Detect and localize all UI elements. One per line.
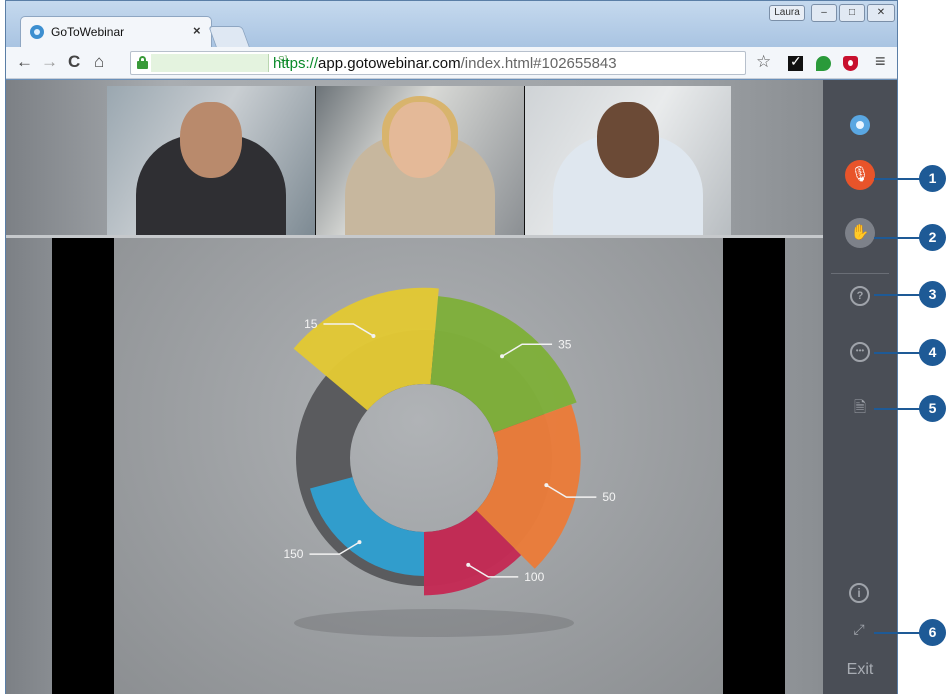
callout-line-6 [874, 632, 920, 634]
callout-4: 4 [919, 339, 946, 366]
checkmark-extension-icon[interactable] [788, 53, 803, 71]
video-feed-3 [525, 86, 731, 235]
sidebar-separator [831, 273, 889, 274]
info-icon[interactable]: i [849, 583, 869, 603]
callout-5: 5 [919, 395, 946, 422]
questions-icon[interactable]: ? [850, 286, 870, 306]
back-arrow-icon[interactable]: ← [16, 52, 33, 72]
profile-badge[interactable]: Laura [769, 5, 805, 21]
browser-tab[interactable]: GoToWebinar × [20, 16, 212, 47]
raise-hand-button[interactable]: ✋ [845, 218, 875, 248]
chart-label-35: 35 [558, 337, 572, 351]
gotowebinar-favicon-icon [30, 25, 44, 39]
control-sidebar: 🎙 ✋ ? ••• 🗎 i ⤢ Exit [823, 80, 897, 694]
lock-icon [137, 56, 148, 69]
video-feed-2 [316, 86, 524, 235]
tab-close-icon[interactable]: × [193, 23, 201, 38]
shared-slide: 15 35 50 100 150 [114, 238, 723, 694]
menu-icon[interactable]: ≡ [875, 51, 886, 72]
maximize-button[interactable]: □ [839, 4, 865, 22]
gotowebinar-logo-icon [850, 115, 870, 135]
letterbox-right [723, 238, 785, 694]
new-tab-button[interactable] [208, 26, 250, 47]
chart-label-100: 100 [524, 570, 544, 584]
chart-label-50: 50 [602, 490, 616, 504]
chart-leader-dot-50 [544, 483, 549, 488]
url-path: /index.html#102655843 [460, 55, 617, 72]
video-feed-1 [107, 86, 315, 235]
callout-line-5 [874, 408, 920, 410]
letterbox-left [52, 238, 114, 694]
page-viewport: 15 35 50 100 150 🎙 ✋ ? ••• 🗎 i ⤢ Exit [6, 80, 897, 694]
callout-3: 3 [919, 281, 946, 308]
donut-chart: 15 35 50 100 150 [283, 287, 616, 637]
forward-arrow-icon[interactable]: → [41, 52, 58, 72]
chat-icon[interactable]: ••• [850, 342, 870, 362]
handouts-icon[interactable]: 🗎 [850, 398, 870, 418]
home-icon[interactable]: ⌂ [94, 52, 104, 72]
browser-toolbar: ← → C ⌂ S] https://app.gotowebinar.com/i… [6, 47, 897, 79]
chart-leader-dot-100 [466, 562, 471, 567]
callout-line-2 [874, 237, 920, 239]
fullscreen-icon[interactable]: ⤢ [850, 620, 868, 638]
video-strip [107, 86, 731, 235]
microphone-button[interactable]: 🎙 [845, 160, 875, 190]
screen-share-frame: 15 35 50 100 150 [6, 238, 823, 694]
callout-line-4 [874, 352, 920, 354]
url-text: https://app.gotowebinar.com/index.html#1… [273, 55, 617, 72]
chart-leader-dot-35 [500, 354, 505, 359]
callout-6: 6 [919, 619, 946, 646]
url-host: app.gotowebinar.com [318, 55, 461, 72]
callout-1: 1 [919, 165, 946, 192]
callout-line-3 [874, 294, 920, 296]
address-bar[interactable]: S] https://app.gotowebinar.com/index.htm… [130, 51, 746, 75]
ssl-indicator: S] [151, 54, 287, 72]
chart-label-150: 150 [283, 547, 303, 561]
chart-leader-dot-150 [357, 540, 362, 545]
minimize-button[interactable]: – [811, 4, 837, 22]
callout-2: 2 [919, 224, 946, 251]
screenshot-stage: GoToWebinar × Laura – □ ✕ ← → C ⌂ S] htt… [0, 0, 946, 694]
callout-line-1 [874, 178, 920, 180]
shield-extension-icon[interactable] [843, 56, 858, 71]
browser-window: GoToWebinar × Laura – □ ✕ ← → C ⌂ S] htt… [5, 0, 898, 694]
chart-label-15: 15 [304, 317, 318, 331]
webinar-content: 15 35 50 100 150 [6, 80, 823, 694]
close-window-button[interactable]: ✕ [867, 4, 895, 22]
star-icon[interactable]: ☆ [756, 53, 771, 71]
reload-icon[interactable]: C [68, 52, 80, 72]
browser-titlebar: GoToWebinar × Laura – □ ✕ [6, 1, 897, 47]
chart-leader-dot-15 [371, 333, 376, 338]
tab-title: GoToWebinar [51, 25, 125, 39]
exit-button[interactable]: Exit [823, 661, 897, 679]
leaf-extension-icon[interactable] [816, 56, 831, 71]
chart-shadow [294, 609, 574, 637]
url-scheme: https:// [273, 55, 319, 72]
